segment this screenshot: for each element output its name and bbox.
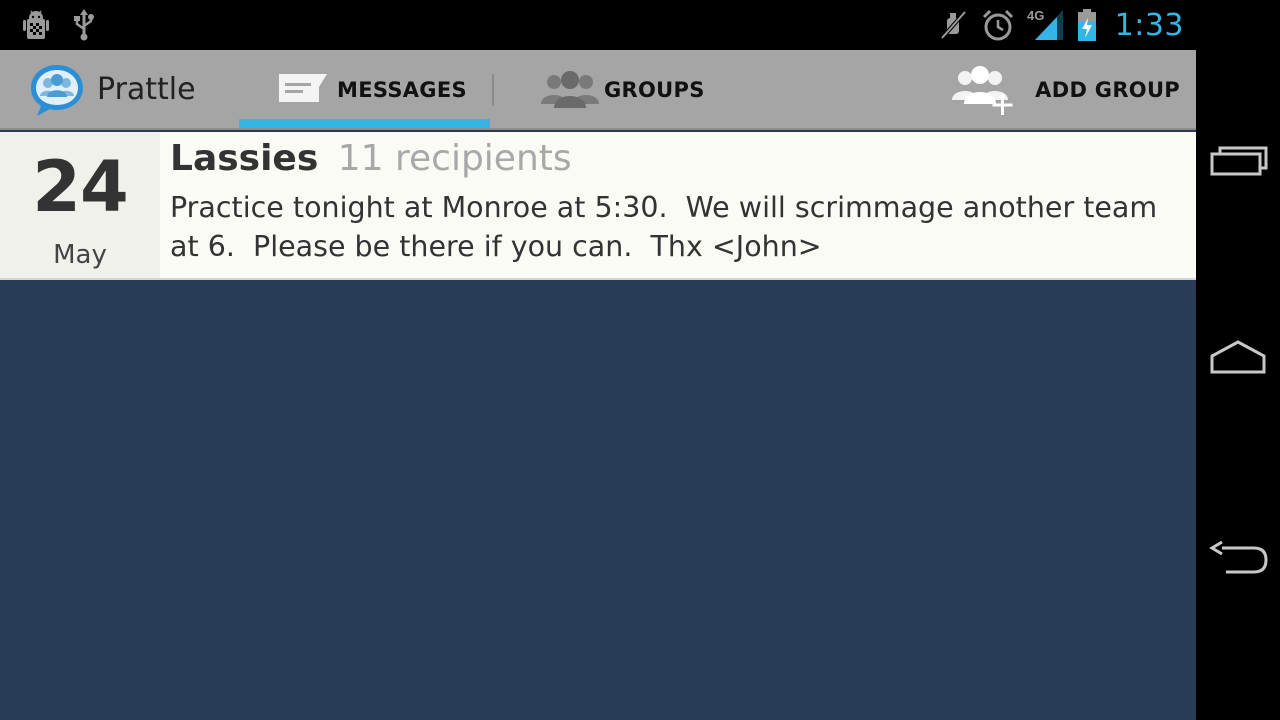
message-date: 24 May	[0, 132, 160, 278]
signal-4g-icon: 4G	[1027, 8, 1065, 42]
tab-messages[interactable]: MESSAGES	[239, 50, 490, 130]
message-icon	[277, 71, 329, 109]
message-header: Lassies 11 recipients	[170, 138, 572, 179]
message-month: May	[53, 240, 107, 270]
prattle-logo-icon[interactable]	[28, 62, 86, 122]
add-group-icon	[951, 60, 1013, 120]
tab-groups[interactable]: GROUPS	[540, 50, 705, 130]
muted-icon	[939, 9, 969, 41]
tab-divider	[492, 74, 494, 106]
device-screen: 4G 1:33 Prattle MESSAGES GROUPS ADD GROU…	[0, 0, 1280, 720]
action-bar: Prattle MESSAGES GROUPS ADD GROUP	[0, 50, 1196, 130]
add-group-button[interactable]: ADD GROUP	[951, 50, 1180, 130]
messages-list: 24 May Lassies 11 recipients Practice to…	[0, 130, 1196, 720]
android-debug-icon	[20, 9, 52, 41]
add-group-label: ADD GROUP	[1035, 78, 1180, 102]
groups-icon	[540, 66, 600, 114]
message-day: 24	[32, 146, 128, 228]
status-clock: 1:33	[1114, 7, 1184, 43]
list-item[interactable]: 24 May Lassies 11 recipients Practice to…	[0, 132, 1196, 280]
back-icon	[1208, 538, 1268, 582]
message-recipients: 11 recipients	[337, 138, 572, 179]
message-body: Practice tonight at Monroe at 5:30. We w…	[170, 191, 1167, 263]
recent-apps-icon	[1208, 140, 1268, 184]
recent-apps-button[interactable]	[1208, 140, 1268, 184]
network-type-label: 4G	[1027, 8, 1044, 23]
usb-icon	[72, 9, 96, 41]
selected-tab-indicator	[239, 119, 490, 128]
tab-groups-label: GROUPS	[604, 78, 705, 102]
battery-charging-icon	[1077, 8, 1097, 42]
home-button[interactable]	[1208, 338, 1268, 382]
alarm-icon	[981, 8, 1015, 42]
tab-messages-label: MESSAGES	[337, 78, 467, 102]
message-group-name: Lassies	[170, 138, 319, 179]
navigation-bar	[1196, 0, 1280, 720]
home-icon	[1208, 338, 1268, 382]
back-button[interactable]	[1208, 538, 1268, 582]
status-bar: 4G 1:33	[0, 0, 1196, 50]
app-title: Prattle	[97, 72, 196, 107]
